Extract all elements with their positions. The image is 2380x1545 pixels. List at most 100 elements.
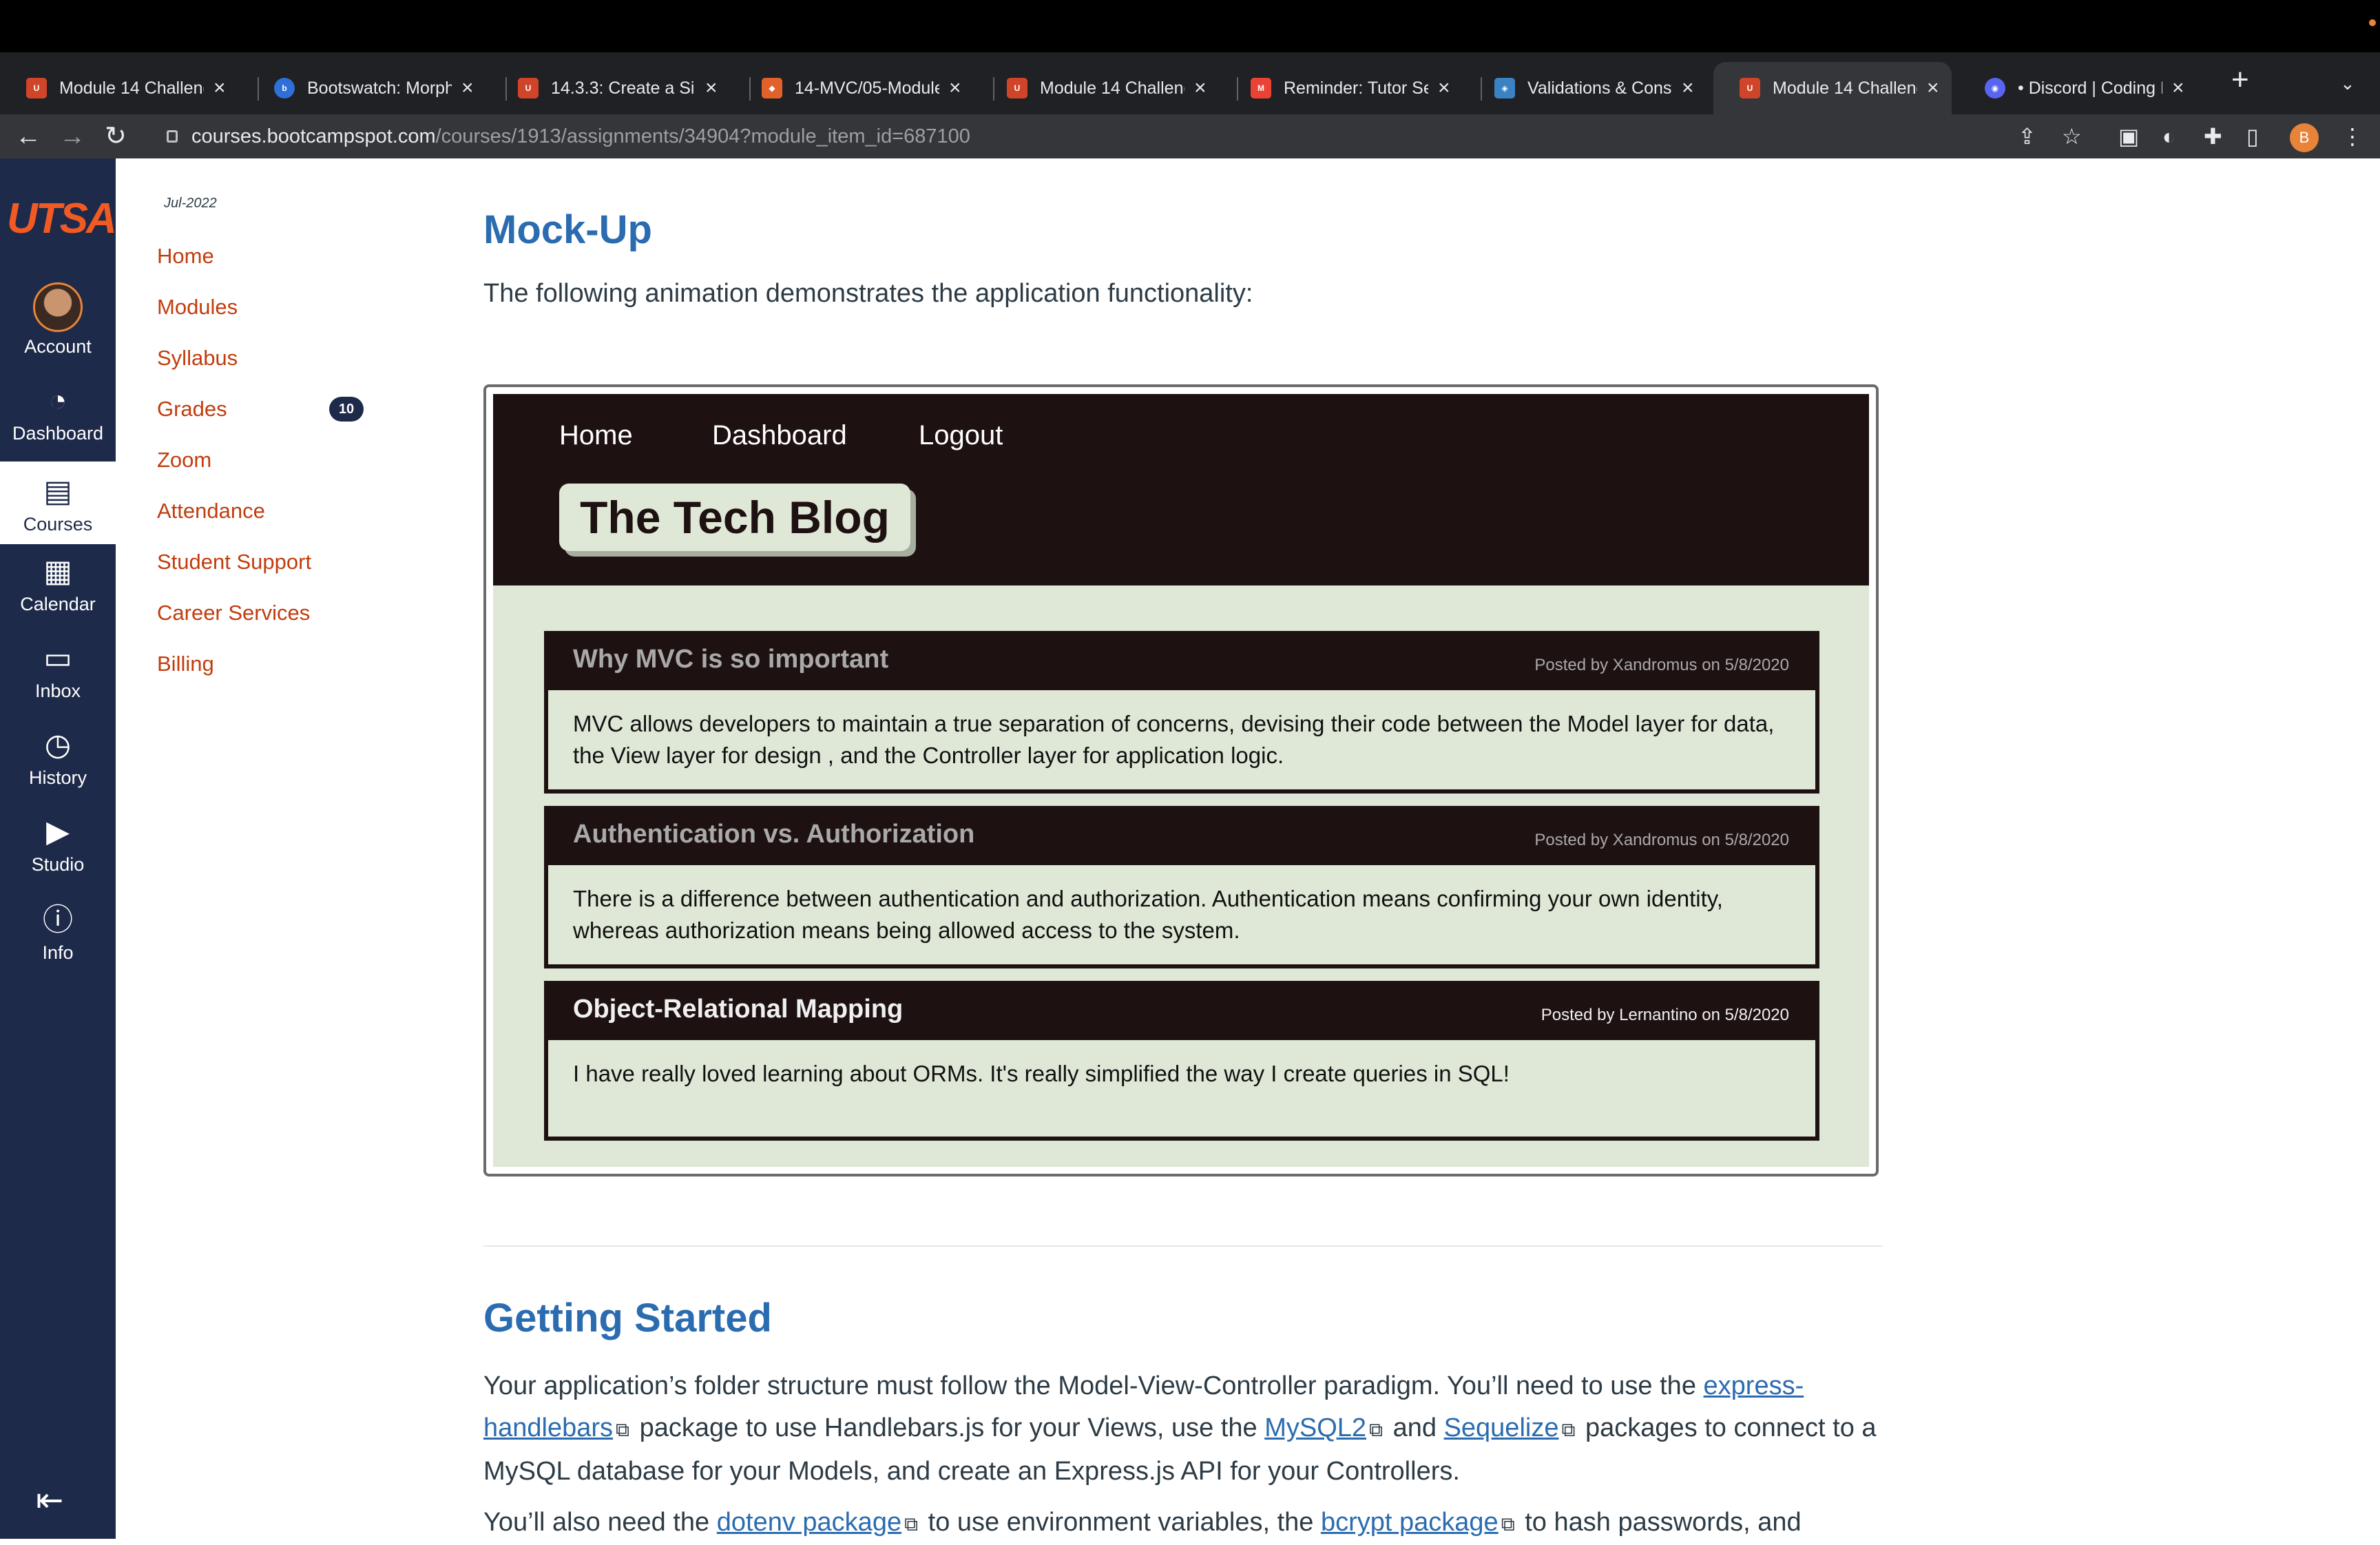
getting-started-heading: Getting Started [483, 1296, 772, 1340]
bookmark-star-icon[interactable]: ☆ [2062, 124, 2082, 149]
kebab-menu-icon[interactable]: ⋮ [2341, 124, 2363, 149]
extension-badge-icon[interactable]: ▣ [2118, 124, 2139, 149]
global-nav-inbox[interactable]: ▭ Inbox [0, 641, 116, 723]
mockup-heading: Mock-Up [483, 207, 652, 252]
info-icon: ⓘ [43, 903, 73, 937]
course-nav-student-support[interactable]: Student Support [157, 550, 311, 574]
mock-post-meta: Posted by Lernantino on 5/8/2020 [1541, 1006, 1789, 1024]
sequelize-link[interactable]: Sequelize [1444, 1413, 1559, 1442]
share-icon[interactable]: ⇪ [2018, 124, 2036, 149]
section-divider [483, 1245, 1883, 1247]
dotenv-package-link[interactable]: dotenv package [717, 1508, 901, 1537]
course-nav-home[interactable]: Home [157, 244, 214, 269]
global-nav-studio[interactable]: ▶ Studio [0, 814, 116, 897]
utsa-favicon-icon: U [26, 78, 47, 98]
new-tab-icon[interactable]: + [2231, 65, 2249, 95]
tab-title: • Discord | Coding Practice [2018, 78, 2162, 98]
global-nav-label: Studio [31, 854, 85, 875]
close-tab-icon[interactable]: × [1438, 76, 1450, 100]
global-nav-label: Info [42, 942, 74, 963]
global-nav-history[interactable]: ◷ History [0, 727, 116, 810]
tab-search-chevron-icon[interactable]: ⌄ [2340, 73, 2355, 94]
calendar-icon: ▦ [43, 554, 72, 588]
external-link-icon: ⧉ [616, 1419, 630, 1440]
mock-post-title: Authentication vs. Authorization [573, 820, 975, 849]
global-nav-calendar[interactable]: ▦ Calendar [0, 554, 116, 636]
tab-title: 14.3.3: Create a Single [551, 78, 696, 98]
mock-site-title: The Tech Blog [559, 484, 910, 551]
tab-strip: U Module 14 Challenge × b Bootswatch: Morph… [0, 52, 2380, 114]
global-nav-info[interactable]: ⓘ Info [0, 902, 116, 985]
browser-tab[interactable]: U 14.3.3: Create a Single × [492, 62, 730, 114]
browser-tab[interactable]: U Module 14 Challenge × [981, 62, 1219, 114]
global-nav-dashboard[interactable]: ◔ Dashboard [0, 383, 116, 466]
puzzle-extensions-icon[interactable]: ✚ [2204, 124, 2222, 149]
address-bar[interactable]: courses.bootcampspot.com/courses/1913/as… [150, 117, 2023, 156]
course-nav-grades[interactable]: Grades [157, 397, 227, 422]
course-nav-billing[interactable]: Billing [157, 652, 214, 676]
side-panel-icon[interactable]: ▯ [2246, 124, 2259, 149]
inbox-icon: ▭ [43, 641, 72, 675]
close-tab-icon[interactable]: × [705, 76, 718, 100]
close-tab-icon[interactable]: × [949, 76, 961, 100]
course-nav-syllabus[interactable]: Syllabus [157, 346, 238, 371]
global-navigation: UTSA Account ◔ Dashboard ▤ Courses ▦ Cal… [0, 158, 117, 1539]
browser-tab[interactable]: ◈ Validations & Constraints × [1468, 62, 1706, 114]
collapse-nav-icon[interactable]: ⇤ [36, 1481, 63, 1520]
back-arrow-icon[interactable]: ← [15, 121, 41, 152]
global-nav-label: Dashboard [12, 423, 104, 444]
close-tab-icon[interactable]: × [1927, 76, 1939, 100]
close-tab-icon[interactable]: × [1682, 76, 1694, 100]
browser-tab[interactable]: ◉ • Discord | Coding Practice × [1959, 62, 2197, 114]
mysql2-link[interactable]: MySQL2 [1264, 1413, 1366, 1442]
mock-nav-logout: Logout [919, 420, 1003, 450]
external-link-icon: ⧉ [1561, 1419, 1576, 1440]
notification-dot [2369, 19, 2376, 26]
course-nav-zoom[interactable]: Zoom [157, 448, 211, 473]
browser-tab[interactable]: M Reminder: Tutor Session × [1224, 62, 1463, 114]
close-tab-icon[interactable]: × [213, 76, 226, 100]
courses-icon: ▤ [43, 475, 72, 508]
history-icon: ◷ [44, 728, 72, 762]
window-titlebar [0, 0, 2380, 52]
browser-toolbar: ← → ↻ courses.bootcampspot.com/courses/1… [0, 114, 2380, 158]
mock-post: Why MVC is so important Posted by Xandro… [544, 631, 1819, 794]
close-tab-icon[interactable]: × [2172, 76, 2184, 100]
mock-nav-dashboard: Dashboard [712, 420, 847, 450]
getting-started-paragraph: Your application’s folder structure must… [483, 1371, 1877, 1486]
extension-icon[interactable]: ◐ [2162, 124, 2175, 149]
browser-tab[interactable]: U Module 14 Challenge × [0, 62, 238, 114]
mock-post-meta: Posted by Xandromus on 5/8/2020 [1534, 831, 1789, 849]
mock-post-meta: Posted by Xandromus on 5/8/2020 [1534, 656, 1789, 674]
forward-arrow-icon[interactable]: → [59, 121, 85, 152]
studio-icon: ▶ [46, 815, 70, 849]
browser-tab[interactable]: ◆ 14-MVC/05-Module × [735, 62, 974, 114]
close-tab-icon[interactable]: × [1194, 76, 1207, 100]
global-nav-courses[interactable]: ▤ Courses [0, 462, 116, 544]
utsa-logo[interactable]: UTSA [7, 194, 117, 243]
tab-title: 14-MVC/05-Module [795, 78, 939, 98]
utsa-favicon-icon: U [1007, 78, 1027, 98]
browser-tab-active[interactable]: U Module 14 Challenge × [1713, 62, 1952, 114]
mock-post-title: Why MVC is so important [573, 645, 889, 674]
bcrypt-package-link[interactable]: bcrypt package [1321, 1508, 1499, 1537]
tab-title: Validations & Constraints [1527, 78, 1672, 98]
tech-blog-mockup: Home Dashboard Logout The Tech Blog Why … [493, 394, 1869, 1167]
course-nav-career-services[interactable]: Career Services [157, 601, 310, 625]
account-avatar [33, 282, 83, 332]
course-nav-modules[interactable]: Modules [157, 295, 238, 320]
gitlab-favicon-icon: ◆ [762, 78, 782, 98]
global-nav-account[interactable]: Account [0, 282, 116, 365]
profile-avatar[interactable]: B [2290, 123, 2319, 152]
grades-count-badge: 10 [329, 397, 364, 422]
tab-title: Module 14 Challenge [1040, 78, 1184, 98]
reload-icon[interactable]: ↻ [105, 121, 127, 152]
mock-post-body: There is a difference between authentica… [548, 865, 1815, 964]
browser-tab[interactable]: b Bootswatch: Morph × [248, 62, 486, 114]
close-tab-icon[interactable]: × [461, 76, 474, 100]
mock-post: Authentication vs. Authorization Posted … [544, 806, 1819, 968]
url-host: courses.bootcampspot.com [191, 125, 436, 147]
course-nav-attendance[interactable]: Attendance [157, 499, 265, 523]
mockup-intro: The following animation demonstrates the… [483, 279, 1253, 308]
mock-post: Object-Relational Mapping Posted by Lern… [544, 981, 1819, 1141]
